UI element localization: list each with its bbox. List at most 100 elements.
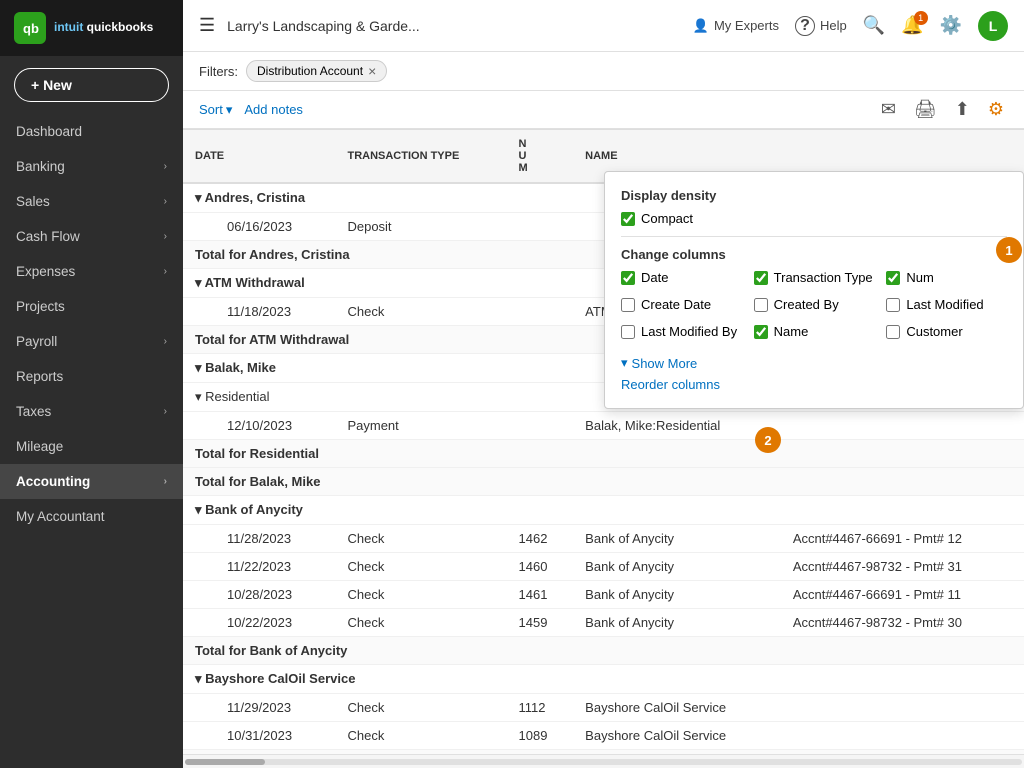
sidebar-item-accounting[interactable]: Accounting ›: [0, 464, 183, 499]
col-name-checkbox[interactable]: [754, 325, 768, 339]
hamburger-menu-icon[interactable]: ☰: [199, 15, 215, 36]
add-notes-button[interactable]: Add notes: [244, 102, 303, 117]
cell-num: 1460: [507, 553, 574, 581]
chevron-down-icon: ▾: [195, 502, 202, 517]
col-last-modified-by-checkbox[interactable]: [621, 325, 635, 339]
cell-name: Bayshore CalOil Service: [573, 722, 781, 750]
sidebar-item-reports[interactable]: Reports: [0, 359, 183, 394]
horizontal-scrollbar[interactable]: [183, 754, 1024, 768]
table-row: 10/22/2023 Check 1459 Bank of Anycity Ac…: [183, 609, 1024, 637]
my-experts-button[interactable]: 👤 My Experts: [693, 18, 779, 34]
table-row: 11/22/2023 Check 1460 Bank of Anycity Ac…: [183, 553, 1024, 581]
settings-gear-icon[interactable]: ⚙️: [940, 15, 962, 36]
col-header-transaction-type: TRANSACTION TYPE: [335, 130, 506, 184]
chevron-right-icon: ›: [164, 161, 167, 172]
filter-close-icon[interactable]: ×: [368, 63, 376, 79]
cell-memo: Accnt#4467-66691 - Pmt# 11: [781, 581, 1024, 609]
filter-bar: Filters: Distribution Account ×: [183, 52, 1024, 91]
cell-num: 1462: [507, 525, 574, 553]
compact-option[interactable]: Compact: [621, 211, 1007, 226]
sidebar-item-label: Mileage: [16, 439, 63, 454]
total-row: Total for Balak, Mike: [183, 468, 1024, 496]
sidebar-item-projects[interactable]: Projects: [0, 289, 183, 324]
total-label: Total for Bayshore CalOil Service: [183, 750, 1024, 755]
col-last-modified-checkbox[interactable]: [886, 298, 900, 312]
sidebar: qb intuit quickbooks + New Dashboard Ban…: [0, 0, 183, 768]
col-option-customer[interactable]: Customer: [886, 324, 1007, 339]
cell-date: 10/31/2023: [183, 722, 335, 750]
sidebar-item-payroll[interactable]: Payroll ›: [0, 324, 183, 359]
sidebar-item-mileage[interactable]: Mileage: [0, 429, 183, 464]
cell-date: 12/10/2023: [183, 412, 335, 440]
user-avatar[interactable]: L: [978, 11, 1008, 41]
sort-button[interactable]: Sort ▾: [199, 102, 232, 118]
col-option-last-modified-by[interactable]: Last Modified By: [621, 324, 742, 339]
compact-checkbox[interactable]: [621, 212, 635, 226]
col-option-created-by[interactable]: Created By: [754, 297, 875, 312]
column-settings-dropdown: Display density Compact Change columns D…: [604, 171, 1024, 409]
chevron-down-icon: ▾: [195, 360, 202, 375]
export-icon-button[interactable]: ⬆: [951, 97, 974, 122]
col-customer-checkbox[interactable]: [886, 325, 900, 339]
cell-date: 10/28/2023: [183, 581, 335, 609]
filter-tag-distribution-account: Distribution Account ×: [246, 60, 387, 82]
email-icon-button[interactable]: ✉: [877, 97, 900, 122]
sidebar-item-sales[interactable]: Sales ›: [0, 184, 183, 219]
sidebar-item-banking[interactable]: Banking ›: [0, 149, 183, 184]
divider: [621, 236, 1007, 237]
search-icon[interactable]: 🔍: [863, 15, 885, 36]
col-option-transaction-type[interactable]: Transaction Type: [754, 270, 875, 285]
print-icon-button[interactable]: 🖨: [910, 97, 941, 122]
person-icon: 👤: [693, 18, 709, 34]
main-content: ☰ Larry's Landscaping & Garde... 👤 My Ex…: [183, 0, 1024, 768]
chevron-right-icon: ›: [164, 231, 167, 242]
new-button[interactable]: + New: [14, 68, 169, 102]
total-row: Total for Bank of Anycity: [183, 637, 1024, 665]
chevron-right-icon: ›: [164, 476, 167, 487]
col-create-date-checkbox[interactable]: [621, 298, 635, 312]
scrollbar-thumb[interactable]: [185, 759, 265, 765]
col-option-num[interactable]: Num: [886, 270, 1007, 285]
col-option-create-date[interactable]: Create Date: [621, 297, 742, 312]
sidebar-item-taxes[interactable]: Taxes ›: [0, 394, 183, 429]
cell-name: Bayshore CalOil Service: [573, 694, 781, 722]
notification-badge: 1: [914, 11, 928, 25]
cell-trans-type: Check: [335, 525, 506, 553]
col-option-name[interactable]: Name: [754, 324, 875, 339]
cell-trans-type: Deposit: [335, 213, 506, 241]
col-option-date[interactable]: Date: [621, 270, 742, 285]
settings-columns-icon-button[interactable]: ⚙: [984, 97, 1008, 122]
topbar-actions: 👤 My Experts ? Help 🔍 🔔 1 ⚙️ L: [693, 11, 1008, 41]
sidebar-item-myaccountant[interactable]: My Accountant: [0, 499, 183, 534]
show-more-link[interactable]: ▾ Show More: [621, 355, 1007, 371]
col-option-last-modified[interactable]: Last Modified: [886, 297, 1007, 312]
cell-date: 11/28/2023: [183, 525, 335, 553]
col-transaction-type-checkbox[interactable]: [754, 271, 768, 285]
col-num-checkbox[interactable]: [886, 271, 900, 285]
cell-date: 11/29/2023: [183, 694, 335, 722]
sidebar-item-dashboard[interactable]: Dashboard: [0, 114, 183, 149]
company-name: Larry's Landscaping & Garde...: [227, 18, 681, 34]
col-created-by-checkbox[interactable]: [754, 298, 768, 312]
columns-grid: Date Transaction Type Num Create Date Cr…: [621, 270, 1007, 345]
sidebar-item-label: Dashboard: [16, 124, 82, 139]
total-label: Total for Residential: [183, 440, 1024, 468]
sort-arrow-icon: ▾: [226, 102, 233, 118]
help-button[interactable]: ? Help: [795, 16, 847, 36]
sidebar-item-expenses[interactable]: Expenses ›: [0, 254, 183, 289]
reorder-columns-link[interactable]: Reorder columns: [621, 377, 1007, 392]
chevron-down-icon: ▾: [195, 389, 202, 404]
sidebar-item-cashflow[interactable]: Cash Flow ›: [0, 219, 183, 254]
col-date-checkbox[interactable]: [621, 271, 635, 285]
cell-name: Bank of Anycity: [573, 553, 781, 581]
scrollbar-track: [185, 759, 1022, 765]
cell-num: 1089: [507, 722, 574, 750]
content-area[interactable]: DATE TRANSACTION TYPE NUM NAME ▾ Andres,…: [183, 129, 1024, 754]
total-row: Total for Bayshore CalOil Service: [183, 750, 1024, 755]
cell-memo: Accnt#4467-66691 - Pmt# 12: [781, 525, 1024, 553]
notifications-icon[interactable]: 🔔 1: [901, 15, 923, 36]
sidebar-item-label: Banking: [16, 159, 65, 174]
cell-date: 11/22/2023: [183, 553, 335, 581]
change-columns-title: Change columns: [621, 247, 1007, 262]
total-label: Total for Bank of Anycity: [183, 637, 1024, 665]
